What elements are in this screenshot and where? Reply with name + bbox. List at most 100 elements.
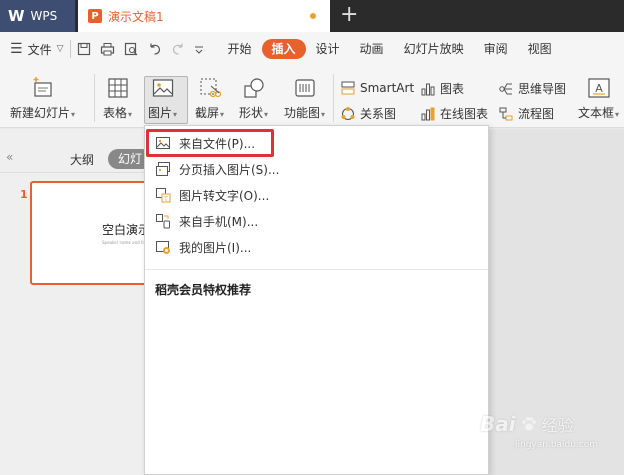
chevron-down-icon: ▾ bbox=[321, 110, 326, 119]
new-slide-label: 新建幻灯片 bbox=[10, 106, 71, 120]
chevron-down-icon: ▾ bbox=[71, 110, 76, 119]
smartart-button[interactable]: SmartArt bbox=[340, 80, 414, 96]
textbox-icon: A bbox=[587, 76, 611, 100]
function-chart-label: 功能图 bbox=[284, 106, 321, 120]
tab-home[interactable]: 开始 bbox=[218, 39, 262, 59]
slide-thumbnail[interactable]: 空白演示 Speaker name and title here bbox=[30, 181, 160, 285]
smartart-icon bbox=[341, 81, 355, 95]
document-title: 演示文稿1 bbox=[108, 9, 164, 24]
screenshot-icon bbox=[198, 76, 222, 100]
textbox-button[interactable]: A 文本框▾ bbox=[578, 76, 619, 121]
picture-label: 图片 bbox=[148, 106, 173, 120]
table-button[interactable]: 表格▾ bbox=[103, 76, 132, 121]
chevron-down-icon: ▾ bbox=[128, 110, 133, 119]
tab-slideshow[interactable]: 幻灯片放映 bbox=[394, 39, 474, 59]
menu-item-paged-insert[interactable]: 分页插入图片(S)... bbox=[145, 156, 488, 182]
menu-item-image-to-text[interactable]: T 图片转文字(O)... bbox=[145, 182, 488, 208]
tab-review[interactable]: 审阅 bbox=[474, 39, 518, 59]
online-chart-button[interactable]: 在线图表 bbox=[420, 105, 488, 122]
online-chart-label: 在线图表 bbox=[440, 107, 489, 121]
chevron-down-icon: ▾ bbox=[220, 110, 225, 119]
chart-label: 图表 bbox=[440, 82, 465, 96]
tab-animation[interactable]: 动画 bbox=[350, 39, 394, 59]
customize-toolbar-icon[interactable] bbox=[194, 42, 204, 56]
svg-text:T: T bbox=[163, 196, 168, 203]
phone-transfer-icon bbox=[155, 213, 171, 229]
wps-home-tab[interactable]: W WPS bbox=[0, 0, 75, 32]
svg-text:A: A bbox=[595, 82, 603, 95]
flowchart-icon bbox=[499, 107, 513, 120]
chevron-down-icon: ▾ bbox=[173, 110, 178, 119]
chevron-down-icon[interactable]: ▽ bbox=[57, 44, 64, 54]
document-tab[interactable]: P 演示文稿1 bbox=[78, 0, 330, 32]
new-slide-button[interactable]: 新建幻灯片▾ bbox=[10, 76, 75, 121]
function-chart-button[interactable]: 功能图▾ bbox=[284, 76, 325, 121]
print-preview-icon[interactable] bbox=[124, 42, 139, 56]
table-icon bbox=[106, 76, 130, 100]
screenshot-label: 截屏 bbox=[195, 106, 220, 120]
menu-bar: ☰ 文件 ▽ 开始 插入 设计 动画 幻灯片放映 审阅 视图 bbox=[0, 32, 624, 66]
mindmap-icon bbox=[499, 83, 512, 94]
picture-icon bbox=[151, 76, 175, 100]
menu-item-label: 我的图片(I)... bbox=[179, 240, 252, 255]
online-chart-icon bbox=[421, 107, 435, 120]
paw-logo-icon bbox=[521, 417, 536, 431]
chevron-down-icon: ▾ bbox=[615, 110, 620, 119]
menu-item-from-phone[interactable]: 来自手机(M)... bbox=[145, 208, 488, 234]
watermark-url: jingyan.baidu.com bbox=[515, 440, 599, 450]
flowchart-button[interactable]: 流程图 bbox=[498, 105, 554, 122]
tab-outline[interactable]: 大纲 bbox=[70, 151, 94, 168]
tab-insert[interactable]: 插入 bbox=[261, 39, 306, 59]
menu-separator bbox=[145, 269, 488, 270]
shape-button[interactable]: 形状▾ bbox=[239, 76, 268, 121]
new-slide-icon bbox=[31, 76, 55, 100]
redo-icon[interactable] bbox=[171, 42, 185, 56]
flowchart-label: 流程图 bbox=[518, 107, 555, 121]
image-to-text-icon: T bbox=[155, 187, 171, 203]
function-chart-icon bbox=[293, 76, 317, 100]
save-icon[interactable] bbox=[77, 42, 91, 56]
ribbon-separator bbox=[94, 74, 95, 122]
thumbnail-title: 空白演示 bbox=[102, 223, 151, 237]
menu-item-my-pictures[interactable]: 我的图片(I)... bbox=[145, 234, 488, 260]
highlight-annotation-box bbox=[146, 129, 274, 157]
chart-button[interactable]: 图表 bbox=[420, 80, 464, 97]
baidu-watermark: Bai 经验 bbox=[480, 412, 574, 436]
my-pictures-icon bbox=[155, 239, 171, 255]
tab-view[interactable]: 视图 bbox=[518, 39, 562, 59]
table-label: 表格 bbox=[103, 106, 128, 120]
relation-chart-button[interactable]: 关系图 bbox=[340, 105, 396, 122]
picture-dropdown-menu: 来自文件(P)... 分页插入图片(S)... T 图片转文字(O)... 来自… bbox=[144, 125, 489, 475]
print-icon[interactable] bbox=[100, 42, 115, 56]
undo-icon[interactable] bbox=[148, 42, 162, 56]
presentation-icon: P bbox=[88, 9, 102, 23]
member-recommendation-heading: 稻壳会员特权推荐 bbox=[155, 283, 252, 297]
picture-button[interactable]: 图片▾ bbox=[148, 76, 177, 121]
shape-label: 形状 bbox=[239, 106, 264, 120]
file-menu[interactable]: 文件 bbox=[28, 41, 52, 58]
textbox-label: 文本框 bbox=[578, 106, 615, 120]
slide-number: 1 bbox=[20, 188, 28, 201]
menu-icon[interactable]: ☰ bbox=[10, 41, 23, 57]
watermark-brand: Bai bbox=[480, 412, 516, 436]
watermark-suffix: 经验 bbox=[541, 416, 574, 435]
shape-icon bbox=[242, 76, 266, 100]
new-tab-button[interactable]: + bbox=[340, 3, 358, 27]
screenshot-button[interactable]: 截屏▾ bbox=[195, 76, 224, 121]
unsaved-dot-icon bbox=[310, 13, 316, 19]
menu-item-label: 分页插入图片(S)... bbox=[179, 162, 280, 177]
mindmap-label: 思维导图 bbox=[518, 82, 567, 96]
menu-separator bbox=[69, 40, 71, 58]
smartart-label: SmartArt bbox=[360, 81, 415, 95]
collapse-pane-icon[interactable]: « bbox=[6, 150, 13, 164]
ribbon-separator bbox=[333, 74, 334, 122]
paged-image-icon bbox=[155, 161, 171, 177]
chart-icon bbox=[421, 83, 435, 95]
menu-item-label: 图片转文字(O)... bbox=[179, 188, 270, 203]
title-bar: W WPS P 演示文稿1 + bbox=[0, 0, 624, 32]
mindmap-button[interactable]: 思维导图 bbox=[498, 80, 566, 97]
pane-divider bbox=[0, 172, 150, 173]
relation-chart-label: 关系图 bbox=[360, 107, 397, 121]
tab-design[interactable]: 设计 bbox=[306, 39, 350, 59]
menu-item-label: 来自手机(M)... bbox=[179, 214, 259, 229]
